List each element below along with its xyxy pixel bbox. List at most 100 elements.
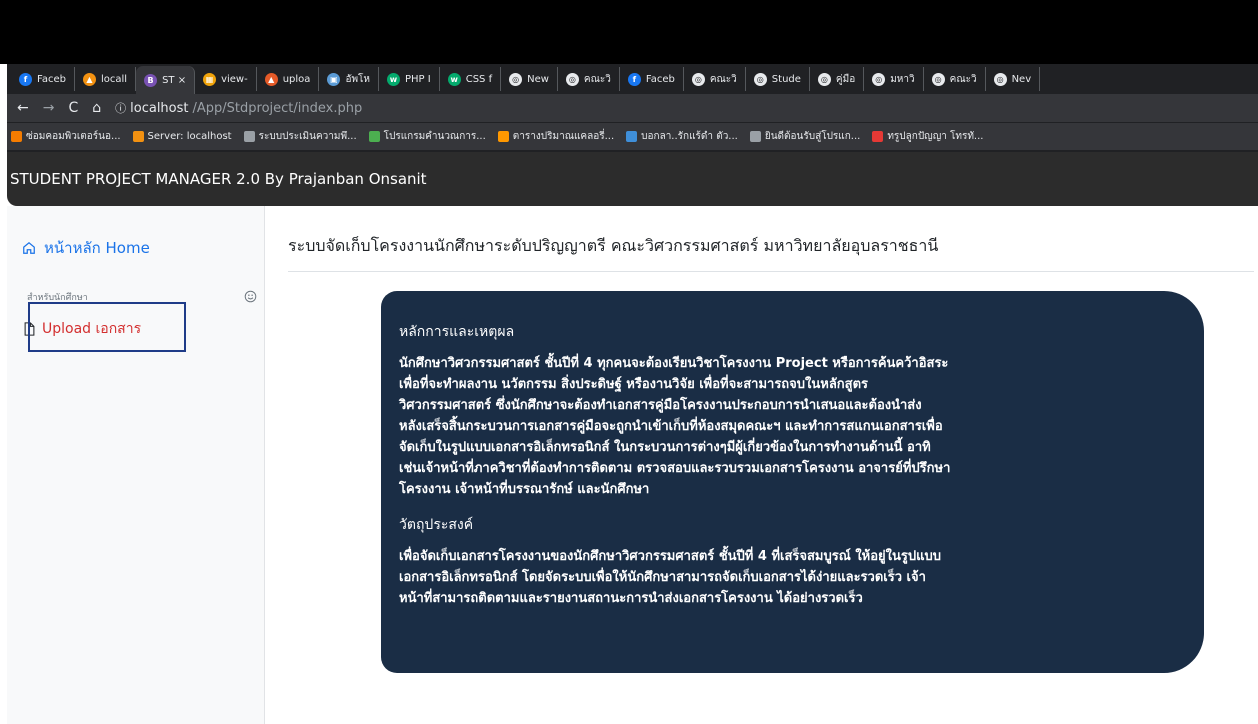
tab-favicon-icon: w <box>387 72 400 86</box>
tab-label: คณะวิ <box>949 73 977 85</box>
bookmark-item[interactable]: ทรูปลูกปัญญา โทรทั... <box>872 129 983 144</box>
bookmark-label: ตารางปริมาณแคลอรี่... <box>512 131 615 142</box>
browser-tab[interactable]: f Faceb <box>11 67 75 91</box>
bookmark-label: ระบบประเมินความพึ... <box>258 131 357 142</box>
app-title: STUDENT PROJECT MANAGER 2.0 By Prajanban… <box>10 170 427 188</box>
tab-favicon-icon: ◎ <box>509 72 523 86</box>
browser-tab[interactable]: ◎ คู่มือ <box>810 67 865 91</box>
tab-label: PHP I <box>405 73 431 85</box>
browser-tab[interactable]: ▲ uploa <box>257 67 320 91</box>
app-header: STUDENT PROJECT MANAGER 2.0 By Prajanban… <box>7 152 1258 206</box>
card-heading-rationale: หลักการและเหตุผล <box>399 324 515 340</box>
tab-label: New <box>527 73 549 85</box>
tab-favicon-icon: ▲ <box>264 72 278 86</box>
home-icon <box>23 241 35 254</box>
tab-label: อัพโห <box>345 73 370 85</box>
sidebar: หน้าหลัก Home สำหรับนักศึกษา Upload เอกส… <box>7 206 265 724</box>
bookmarks-bar: ซ่อมคอมพิวเตอร์นอ... Server: localhost ระบ… <box>7 122 1258 150</box>
tab-label: Nev <box>1011 73 1032 85</box>
bookmark-item[interactable]: บอกลา..รักแร้ดำ ตัว... <box>626 129 738 144</box>
tab-label: view- <box>221 73 248 85</box>
bookmark-favicon-icon <box>872 131 884 142</box>
tab-favicon-icon: ◎ <box>691 72 705 86</box>
tab-favicon-icon: B <box>144 73 158 87</box>
browser-tab[interactable]: ◎ Nev <box>986 67 1041 91</box>
tab-favicon-icon: ▲ <box>82 72 96 86</box>
highlight-box <box>28 302 186 352</box>
tab-favicon-icon: f <box>19 72 32 86</box>
bookmark-label: Server: localhost <box>147 131 232 142</box>
tab-label: คู่มือ <box>835 73 856 85</box>
address-row: ← → C ⌂ ⓘ localhost/App/Stdproject/index… <box>7 94 1258 122</box>
bookmark-favicon-icon <box>132 131 144 142</box>
tab-favicon-icon: ◎ <box>931 72 945 86</box>
tab-favicon-icon: ◎ <box>817 72 831 86</box>
bookmark-label: ทรูปลูกปัญญา โทรทั... <box>887 131 984 142</box>
bookmark-label: ซ่อมคอมพิวเตอร์นอ... <box>26 131 121 142</box>
bookmark-favicon-icon <box>497 131 509 142</box>
tab-favicon-icon: w <box>447 72 461 86</box>
bookmark-label: บอกลา..รักแร้ดำ ตัว... <box>641 131 738 142</box>
card-heading-objective: วัตถุประสงค์ <box>399 517 474 533</box>
home-icon[interactable]: ⌂ <box>92 100 101 116</box>
page-title: ระบบจัดเก็บโครงงานนักศึกษาระดับปริญญาตรี… <box>288 236 939 255</box>
browser-tab[interactable]: ◎ มหาวิ <box>864 67 924 91</box>
bookmark-favicon-icon <box>749 131 761 142</box>
tab-favicon-icon: ▦ <box>203 72 217 86</box>
tab-strip: f Faceb ▲ locall B ST × ▦ view- ▲ uploa ▣ อัพโห w PHP… <box>7 64 1258 94</box>
bookmark-favicon-icon <box>243 131 255 142</box>
tab-favicon-icon: ◎ <box>753 72 767 86</box>
url-bar[interactable]: ⓘ localhost/App/Stdproject/index.php <box>115 100 362 116</box>
browser-tab[interactable]: ◎ New <box>501 67 558 91</box>
browser-tab[interactable]: ▣ อัพโห <box>319 67 379 91</box>
bookmark-favicon-icon <box>368 131 380 142</box>
tab-label: Stude <box>771 73 801 85</box>
browser-tab[interactable]: ◎ คณะวิ <box>684 67 746 91</box>
bookmark-label: ยินดีต้อนรับสู่โปรแก... <box>764 131 861 142</box>
info-card: หลักการและเหตุผล นักศึกษาวิศวกรรมศาสตร์ … <box>381 291 1204 673</box>
browser-tab[interactable]: ◎ คณะวิ <box>558 67 620 91</box>
sidebar-item-home[interactable]: หน้าหลัก Home <box>22 236 150 260</box>
browser-tab[interactable]: ▲ locall <box>75 67 137 91</box>
tab-label: Faceb <box>37 73 66 85</box>
tab-favicon-icon: ▣ <box>327 72 341 86</box>
browser-tab[interactable]: ◎ Stude <box>746 67 810 91</box>
bookmark-item[interactable]: Server: localhost <box>132 131 232 142</box>
bookmark-favicon-icon <box>626 131 638 142</box>
tab-label: locall <box>100 73 128 85</box>
browser-tab[interactable]: w CSS f <box>440 67 502 91</box>
url-host: localhost <box>130 100 189 116</box>
tab-favicon-icon: ◎ <box>565 72 579 86</box>
browser-tab[interactable]: ▦ view- <box>195 67 257 91</box>
sidebar-item-label: หน้าหลัก Home <box>44 239 150 257</box>
bookmark-item[interactable]: ซ่อมคอมพิวเตอร์นอ... <box>11 129 121 144</box>
browser-tab[interactable]: w PHP I <box>379 67 440 91</box>
tab-favicon-icon: f <box>627 72 641 86</box>
card-body-rationale: นักศึกษาวิศวกรรมศาสตร์ ชั้นปีที่ 4 ทุกคน… <box>399 356 951 497</box>
browser-tab[interactable]: B ST × <box>136 66 196 94</box>
browser-tab[interactable]: ◎ คณะวิ <box>924 67 986 91</box>
divider <box>288 271 1254 272</box>
browser-tab[interactable]: f Faceb <box>620 67 684 91</box>
tab-label: Faceb <box>645 73 675 85</box>
tab-label: uploa <box>282 73 311 85</box>
forward-icon[interactable]: → <box>43 100 55 116</box>
reload-icon[interactable]: C <box>68 100 78 116</box>
bookmark-favicon-icon <box>11 131 22 142</box>
smiley-icon <box>244 290 257 303</box>
tab-favicon-icon: ◎ <box>993 72 1007 86</box>
tab-label: มหาวิ <box>890 73 915 85</box>
card-body-objective: เพื่อจัดเก็บเอกสารโครงงานของนักศึกษาวิศว… <box>399 549 942 606</box>
tab-label: CSS f <box>465 73 493 85</box>
back-icon[interactable]: ← <box>17 100 29 116</box>
info-icon[interactable]: ⓘ <box>115 100 126 116</box>
tab-label: คณะวิ <box>709 73 737 85</box>
bookmark-item[interactable]: ตารางปริมาณแคลอรี่... <box>497 129 615 144</box>
bookmark-item[interactable]: ยินดีต้อนรับสู่โปรแก... <box>749 129 861 144</box>
tab-label: คณะวิ <box>583 73 611 85</box>
bookmark-label: โปรแกรมคำนวณการ... <box>383 131 486 142</box>
bookmark-item[interactable]: ระบบประเมินความพึ... <box>243 129 357 144</box>
url-path: /App/Stdproject/index.php <box>192 100 363 116</box>
screen-top-bar <box>0 0 1258 64</box>
bookmark-item[interactable]: โปรแกรมคำนวณการ... <box>368 129 486 144</box>
